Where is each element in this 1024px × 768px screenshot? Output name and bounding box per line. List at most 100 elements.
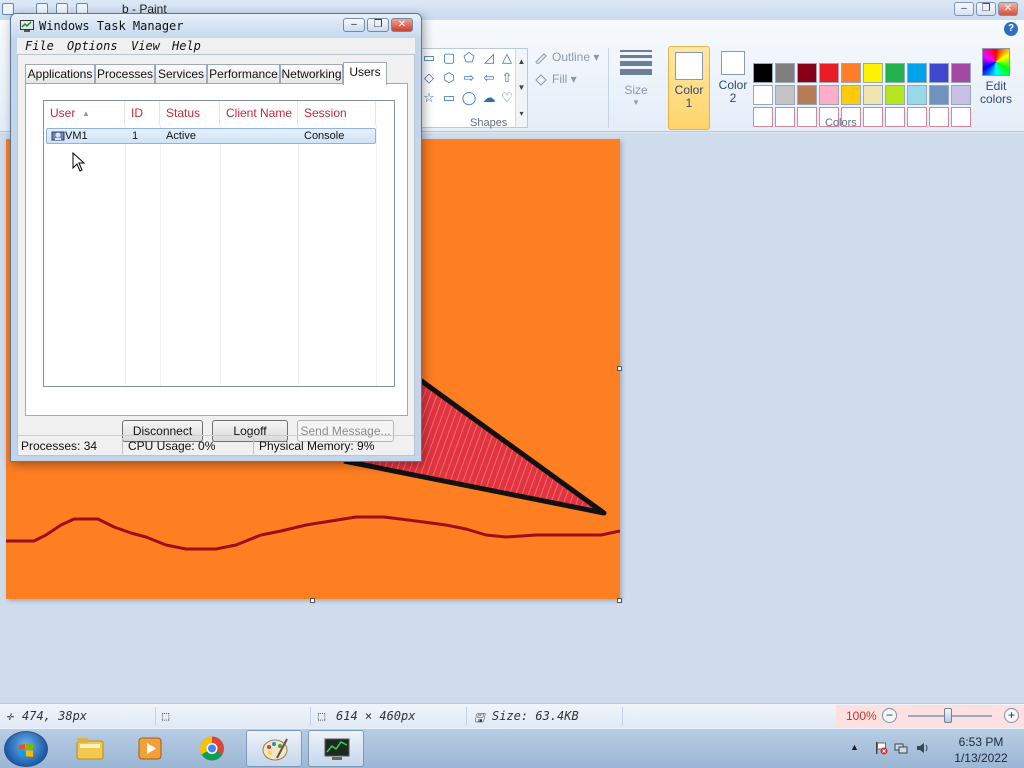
palette-swatch[interactable] xyxy=(775,63,795,83)
palette-custom-slot[interactable] xyxy=(951,107,971,127)
shape-heart-icon[interactable]: ♡ xyxy=(499,91,515,105)
tab-users[interactable]: Users xyxy=(343,62,387,85)
taskbar-chrome[interactable] xyxy=(184,730,240,767)
clock-time[interactable]: 6:53 PM xyxy=(946,735,1016,749)
menu-options[interactable]: Options xyxy=(67,39,118,53)
palette-swatch[interactable] xyxy=(841,85,861,105)
zoom-out-button[interactable]: − xyxy=(882,708,897,723)
task-manager-maximize-button[interactable]: ❐ xyxy=(367,18,389,32)
fill-button[interactable]: Fill ▾ xyxy=(534,72,577,86)
palette-custom-slot[interactable] xyxy=(885,107,905,127)
palette-custom-slot[interactable] xyxy=(863,107,883,127)
palette-swatch[interactable] xyxy=(797,63,817,83)
palette-custom-slot[interactable] xyxy=(907,107,927,127)
network-icon[interactable] xyxy=(894,741,908,755)
shape-star-icon[interactable]: ☆ xyxy=(421,91,437,105)
resize-handle-corner[interactable] xyxy=(617,598,622,603)
clock-date[interactable]: 1/13/2022 xyxy=(946,751,1016,765)
palette-swatch[interactable] xyxy=(863,85,883,105)
palette-swatch[interactable] xyxy=(841,63,861,83)
palette-custom-slot[interactable] xyxy=(775,107,795,127)
paint-maximize-button[interactable]: ❐ xyxy=(976,2,996,16)
shape-up-arrow-icon[interactable]: ⇧ xyxy=(499,71,515,85)
shape-left-arrow-icon[interactable]: ⇦ xyxy=(481,71,497,85)
palette-swatch[interactable] xyxy=(753,63,773,83)
shape-rectangle-icon[interactable]: ▭ xyxy=(421,51,437,65)
task-manager-close-button[interactable]: ✕ xyxy=(391,18,413,32)
shape-hexagon-icon[interactable]: ⬡ xyxy=(441,71,457,85)
palette-swatch[interactable] xyxy=(753,85,773,105)
shape-right-arrow-icon[interactable]: ⇨ xyxy=(461,71,477,85)
palette-swatch[interactable] xyxy=(775,85,795,105)
shape-callout-rect-icon[interactable]: ▭ xyxy=(441,91,457,105)
palette-swatch[interactable] xyxy=(885,85,905,105)
taskbar-file-explorer[interactable] xyxy=(62,730,118,767)
paint-status-bar: ✛ 474, 38px ⬚ ⬚ 614 × 460px 🖫 Size: 63.4… xyxy=(0,703,1024,728)
shape-triangle-icon[interactable]: △ xyxy=(499,51,515,65)
menu-help[interactable]: Help xyxy=(172,39,201,53)
size-button[interactable]: Size ▾ xyxy=(616,46,656,126)
palette-swatch[interactable] xyxy=(797,85,817,105)
palette-custom-slot[interactable] xyxy=(797,107,817,127)
palette-swatch[interactable] xyxy=(929,63,949,83)
tab-processes[interactable]: Processes xyxy=(95,64,155,84)
zoom-slider-thumb[interactable] xyxy=(944,708,952,723)
palette-swatch[interactable] xyxy=(819,85,839,105)
column-header-user[interactable]: User ▲ xyxy=(44,101,125,125)
shape-right-triangle-icon[interactable]: ◿ xyxy=(481,51,497,65)
task-manager-titlebar[interactable]: Windows Task Manager – ❐ ✕ xyxy=(11,14,421,38)
palette-swatch[interactable] xyxy=(929,85,949,105)
task-manager-minimize-button[interactable]: – xyxy=(343,18,365,32)
taskbar-task-manager[interactable] xyxy=(308,730,364,767)
palette-swatch[interactable] xyxy=(907,63,927,83)
tab-applications[interactable]: Applications xyxy=(25,64,95,84)
sort-ascending-icon: ▲ xyxy=(82,109,90,118)
physical-memory: Physical Memory: 9% xyxy=(259,439,375,453)
shapes-gallery-scroll[interactable]: ▲ ▼ ▾ xyxy=(515,49,527,127)
color2-button[interactable]: Color 2 xyxy=(712,46,754,130)
palette-swatch[interactable] xyxy=(863,63,883,83)
canvas-size-icon: ⬚ xyxy=(318,709,326,723)
palette-swatch[interactable] xyxy=(885,63,905,83)
palette-swatch[interactable] xyxy=(951,85,971,105)
help-icon[interactable]: ? xyxy=(1004,22,1018,36)
volume-icon[interactable] xyxy=(916,741,930,755)
palette-swatch[interactable] xyxy=(819,63,839,83)
shape-rounded-rect-icon[interactable]: ▢ xyxy=(441,51,457,65)
outline-button[interactable]: Outline ▾ xyxy=(534,50,599,64)
shape-diamond-icon[interactable]: ◇ xyxy=(421,71,437,85)
edit-colors-button[interactable]: Edit colors xyxy=(976,48,1016,106)
users-list-view[interactable]: User ▲ ID Status Client Name Session VM1… xyxy=(43,100,395,387)
tab-performance[interactable]: Performance xyxy=(207,64,280,84)
palette-swatch[interactable] xyxy=(951,63,971,83)
tab-services[interactable]: Services xyxy=(155,64,207,84)
show-hidden-icons-icon[interactable]: ▲ xyxy=(850,742,864,756)
paint-minimize-button[interactable]: – xyxy=(954,2,974,16)
taskbar-media-player[interactable] xyxy=(122,730,178,767)
column-header-session[interactable]: Session xyxy=(298,101,376,125)
column-header-client-name[interactable]: Client Name xyxy=(220,101,298,125)
tab-networking[interactable]: Networking xyxy=(280,64,343,84)
zoom-in-button[interactable]: + xyxy=(1004,708,1019,723)
shape-polygon-icon[interactable]: ⬠ xyxy=(461,51,477,65)
menu-file[interactable]: File xyxy=(25,39,54,53)
status-separator xyxy=(466,707,467,725)
shapes-gallery[interactable]: ▭ ▢ ⬠ ◿ △ ◇ ⬡ ⇨ ⇦ ⇧ ☆ ▭ ◯ ☁ ♡ ▲ ▼ ▾ xyxy=(418,48,528,128)
shapes-group-label: Shapes xyxy=(470,117,508,129)
palette-custom-slot[interactable] xyxy=(753,107,773,127)
resize-handle-right[interactable] xyxy=(617,366,622,371)
paint-close-button[interactable]: ✕ xyxy=(998,2,1018,16)
column-header-id[interactable]: ID xyxy=(125,101,160,125)
resize-handle-bottom[interactable] xyxy=(310,598,315,603)
shape-cloud-icon[interactable]: ☁ xyxy=(481,91,497,105)
palette-custom-slot[interactable] xyxy=(929,107,949,127)
shape-callout-oval-icon[interactable]: ◯ xyxy=(461,91,477,105)
menu-view[interactable]: View xyxy=(131,39,160,53)
taskbar-paint[interactable] xyxy=(246,730,302,767)
start-button[interactable] xyxy=(4,731,48,767)
palette-swatch[interactable] xyxy=(907,85,927,105)
action-center-flag-icon[interactable] xyxy=(874,741,888,755)
column-header-status[interactable]: Status xyxy=(160,101,220,125)
color1-button[interactable]: Color 1 xyxy=(668,46,710,130)
table-row[interactable]: VM1 1 Active Console xyxy=(46,128,376,144)
